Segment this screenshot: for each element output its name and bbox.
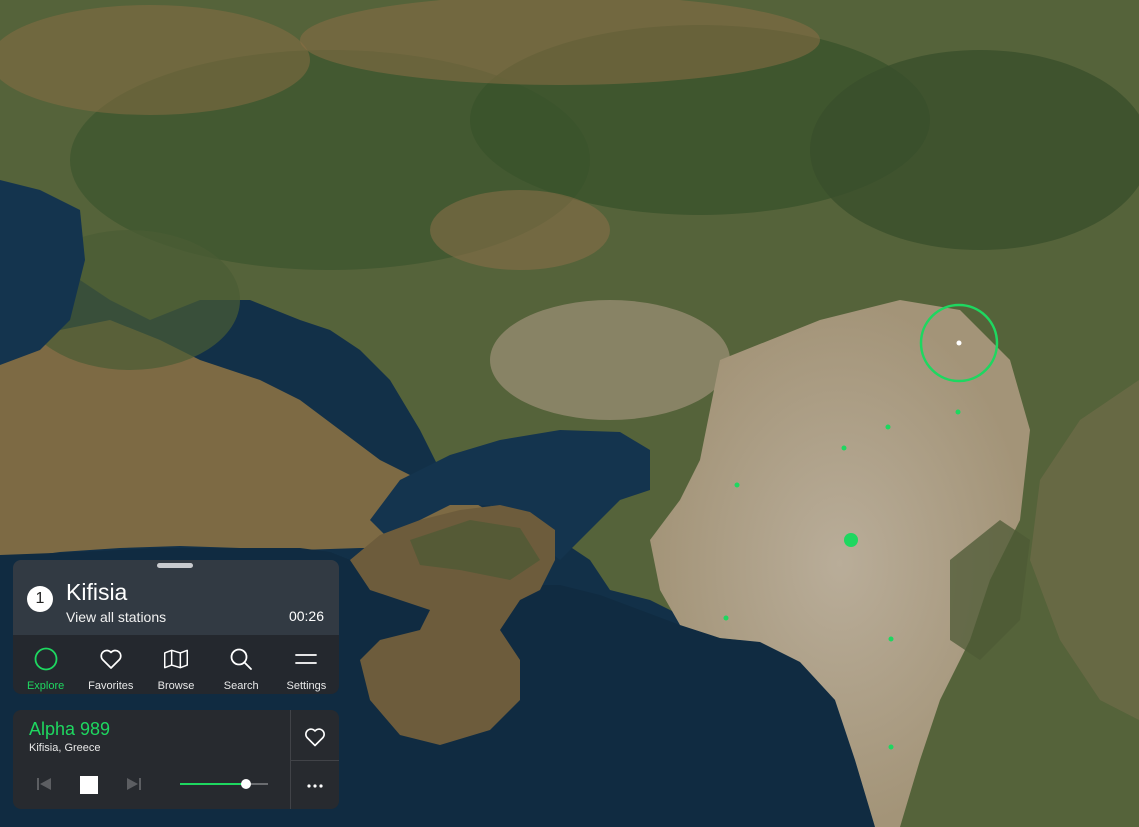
stop-button[interactable] <box>80 776 98 794</box>
station-marker[interactable] <box>888 744 894 750</box>
tab-browse[interactable]: Browse <box>143 635 208 694</box>
station-marker[interactable] <box>734 482 740 488</box>
circle-icon <box>34 647 57 671</box>
next-button[interactable] <box>125 775 143 793</box>
tab-browse-label: Browse <box>157 680 195 692</box>
tab-explore-label: Explore <box>26 680 65 692</box>
bottom-navigation: Explore Favorites Browse Search Settings <box>13 635 339 694</box>
favorite-button[interactable] <box>303 725 327 749</box>
volume-fill <box>180 783 246 785</box>
volume-slider[interactable] <box>180 779 268 789</box>
local-time: 00:26 <box>288 608 324 624</box>
tab-settings-label: Settings <box>286 680 327 692</box>
search-icon <box>230 648 253 670</box>
tab-search-label: Search <box>223 680 259 692</box>
menu-icon <box>295 654 318 664</box>
station-count-badge: 1 <box>27 586 53 612</box>
now-playing-location: Kifisia, Greece <box>29 742 101 754</box>
station-marker[interactable] <box>841 445 847 451</box>
now-playing-station[interactable]: Alpha 989 <box>29 719 110 740</box>
station-marker[interactable] <box>723 615 729 621</box>
skip-back-icon <box>37 778 51 790</box>
heart-icon <box>305 728 325 747</box>
map-icon <box>163 649 189 669</box>
station-marker[interactable] <box>888 636 894 642</box>
more-icon <box>307 784 323 788</box>
station-marker[interactable] <box>885 424 891 430</box>
divider <box>291 760 339 761</box>
station-marker[interactable] <box>955 409 961 415</box>
station-info-panel: 1 Kifisia View all stations 00:26 <box>13 560 339 635</box>
view-all-stations-link[interactable]: View all stations <box>66 609 166 625</box>
satellite-map[interactable] <box>0 0 1139 827</box>
station-cluster-marker[interactable] <box>844 533 858 547</box>
selected-station-dot[interactable] <box>956 340 962 346</box>
tab-explore[interactable]: Explore <box>13 635 78 694</box>
previous-button[interactable] <box>35 775 53 793</box>
drag-handle[interactable] <box>157 563 193 568</box>
skip-forward-icon <box>127 778 141 790</box>
volume-knob[interactable] <box>241 779 251 789</box>
tab-settings[interactable]: Settings <box>274 635 339 694</box>
tab-favorites-label: Favorites <box>88 680 134 692</box>
heart-icon <box>100 649 122 669</box>
now-playing-player: Alpha 989 Kifisia, Greece <box>13 710 339 809</box>
tab-favorites[interactable]: Favorites <box>78 635 143 694</box>
more-options-button[interactable] <box>303 774 327 798</box>
place-name: Kifisia <box>66 579 128 605</box>
tab-search[interactable]: Search <box>209 635 274 694</box>
